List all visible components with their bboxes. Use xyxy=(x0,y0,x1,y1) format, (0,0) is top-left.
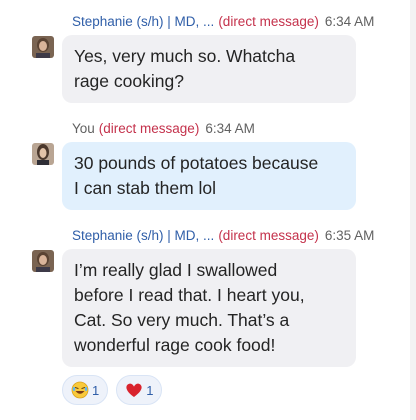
reactions-bar: 1 1 xyxy=(62,375,163,405)
laughing-emoji-icon xyxy=(71,381,89,399)
timestamp: 6:34 AM xyxy=(324,14,375,29)
timestamp: 6:34 AM xyxy=(205,121,255,136)
timestamp: 6:35 AM xyxy=(324,228,375,243)
message-line: rage cooking? xyxy=(74,71,184,91)
avatar-you[interactable] xyxy=(32,143,54,165)
avatar-stephanie[interactable] xyxy=(32,36,54,58)
reaction-laugh[interactable]: 1 xyxy=(62,375,109,405)
reaction-count: 1 xyxy=(146,382,154,398)
message-bubble[interactable]: Yes, very much so. Whatcha rage cooking? xyxy=(62,35,356,103)
message-header: Stephanie (s/h) | MD, ... (direct message… xyxy=(72,227,374,245)
direct-message-tag: (direct message) xyxy=(218,14,319,29)
message-line: I can stab them lol xyxy=(74,178,217,198)
reaction-count: 1 xyxy=(92,382,100,398)
chat-thread: Stephanie (s/h) | MD, ... (direct message… xyxy=(0,0,416,420)
message-bubble[interactable]: I’m really glad I swallowed before I rea… xyxy=(62,249,356,367)
sender-name[interactable]: Stephanie (s/h) | MD, ... xyxy=(72,228,214,243)
heart-icon xyxy=(125,381,143,399)
message-line: wonderful rage cook food! xyxy=(74,335,276,355)
message-line: Cat. So very much. That’s a xyxy=(74,310,290,330)
avatar-stephanie[interactable] xyxy=(32,250,54,272)
direct-message-tag: (direct message) xyxy=(98,121,200,136)
message-line: before I read that. I heart you, xyxy=(74,285,305,305)
message-header: Stephanie (s/h) | MD, ... (direct message… xyxy=(72,13,374,31)
sender-name: You xyxy=(72,121,95,136)
message-line: 30 pounds of potatoes because xyxy=(74,153,319,173)
message-header: You (direct message) 6:34 AM xyxy=(72,120,255,138)
scrollbar[interactable] xyxy=(410,0,416,420)
message-line: Yes, very much so. Whatcha xyxy=(74,46,296,66)
reaction-heart[interactable]: 1 xyxy=(116,375,163,405)
direct-message-tag: (direct message) xyxy=(218,228,319,243)
message-line: I’m really glad I swallowed xyxy=(74,260,278,280)
message-bubble[interactable]: 30 pounds of potatoes because I can stab… xyxy=(62,142,356,210)
sender-name[interactable]: Stephanie (s/h) | MD, ... xyxy=(72,14,214,29)
